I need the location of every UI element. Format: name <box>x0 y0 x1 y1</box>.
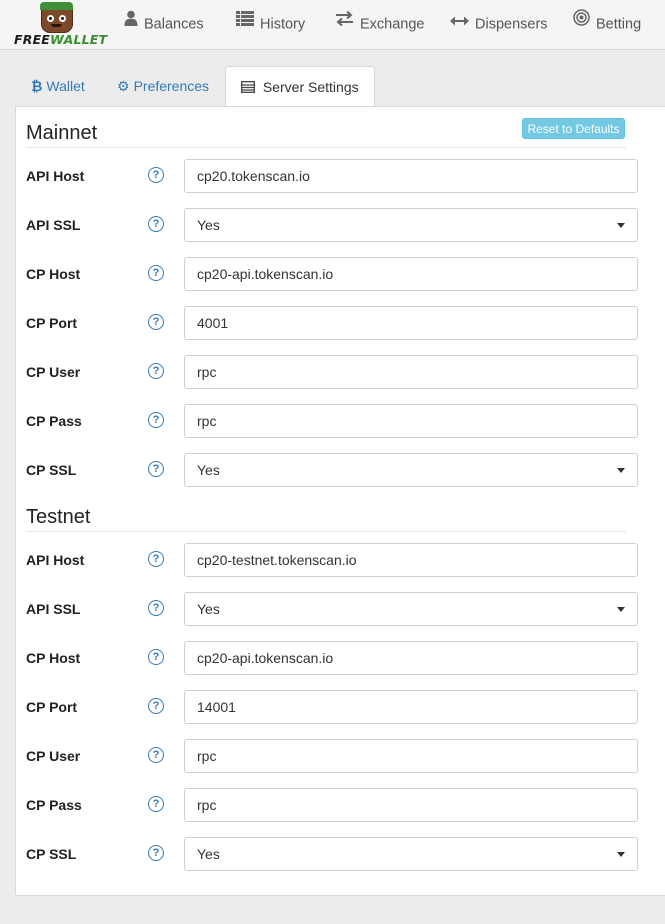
mainnet-api-ssl-select[interactable]: Yes <box>184 208 638 242</box>
user-icon <box>124 0 138 47</box>
nav-balances[interactable]: Balances <box>124 0 204 49</box>
nav-dispensers[interactable]: Dispensers <box>450 0 548 49</box>
brand-wordmark: FREEWALLET <box>14 32 108 47</box>
mainnet-api-host-row: API Host ? <box>16 159 665 193</box>
mainnet-cp-host-input[interactable] <box>184 257 638 291</box>
mainnet-cp-pass-row: CP Pass ? <box>16 404 665 438</box>
mainnet-api-ssl-row: API SSL ? Yes <box>16 208 665 242</box>
select-value: Yes <box>197 846 220 862</box>
help-icon[interactable]: ? <box>148 265 164 281</box>
field-label: CP Port <box>26 699 78 715</box>
help-icon[interactable]: ? <box>148 167 164 183</box>
select-value: Yes <box>197 217 220 233</box>
field-label: API Host <box>26 552 85 568</box>
gear-icon: ⚙ <box>117 78 130 94</box>
mainnet-cp-port-input[interactable] <box>184 306 638 340</box>
testnet-cp-user-input[interactable] <box>184 739 638 773</box>
select-value: Yes <box>197 601 220 617</box>
caret-down-icon <box>617 607 625 612</box>
testnet-cp-port-row: CP Port ? <box>16 690 665 724</box>
mainnet-cp-user-input[interactable] <box>184 355 638 389</box>
testnet-api-host-input[interactable] <box>184 543 638 577</box>
testnet-api-host-row: API Host ? <box>16 543 665 577</box>
help-icon[interactable]: ? <box>148 551 164 567</box>
mainnet-cp-port-row: CP Port ? <box>16 306 665 340</box>
caret-down-icon <box>617 852 625 857</box>
field-label: CP Host <box>26 266 81 282</box>
help-icon[interactable]: ? <box>148 461 164 477</box>
section-divider <box>26 531 626 532</box>
tab-server-settings[interactable]: Server Settings <box>225 66 375 108</box>
tab-preferences-label: Preferences <box>133 78 210 94</box>
mainnet-heading: Mainnet <box>26 122 98 144</box>
mainnet-cp-user-row: CP User ? <box>16 355 665 389</box>
field-label: CP Port <box>26 315 78 331</box>
target-icon <box>573 0 590 47</box>
help-icon[interactable]: ? <box>148 412 164 428</box>
nav-betting[interactable]: Betting <box>573 0 641 49</box>
nav-betting-label: Betting <box>596 16 642 33</box>
help-icon[interactable]: ? <box>148 314 164 330</box>
testnet-cp-ssl-row: CP SSL ? Yes <box>16 837 665 871</box>
nav-balances-label: Balances <box>144 16 204 33</box>
tab-server-settings-label: Server Settings <box>262 79 359 95</box>
testnet-cp-pass-row: CP Pass ? <box>16 788 665 822</box>
help-icon[interactable]: ? <box>148 698 164 714</box>
caret-down-icon <box>617 223 625 228</box>
left-right-arrow-icon <box>450 0 469 47</box>
testnet-cp-host-input[interactable] <box>184 641 638 675</box>
field-label: CP Pass <box>26 797 82 813</box>
reset-to-defaults-button[interactable]: Reset to Defaults <box>522 118 625 139</box>
nav-dispensers-label: Dispensers <box>475 16 548 33</box>
field-label: CP SSL <box>26 846 77 862</box>
list-icon <box>236 0 254 47</box>
field-label: CP User <box>26 748 81 764</box>
nav-history[interactable]: History <box>236 0 305 49</box>
testnet-cp-pass-input[interactable] <box>184 788 638 822</box>
field-label: CP User <box>26 364 81 380</box>
help-icon[interactable]: ? <box>148 796 164 812</box>
field-label: API Host <box>26 168 85 184</box>
nav-history-label: History <box>260 16 306 33</box>
testnet-api-ssl-row: API SSL ? Yes <box>16 592 665 626</box>
server-list-icon <box>241 80 259 96</box>
field-label: API SSL <box>26 217 81 233</box>
freewallet-logo[interactable]: FREEWALLET <box>14 2 108 47</box>
top-navbar: FREEWALLET Balances History Exchange Dis… <box>0 0 665 50</box>
mainnet-cp-ssl-row: CP SSL ? Yes <box>16 453 665 487</box>
testnet-heading: Testnet <box>26 506 91 528</box>
section-divider <box>26 147 626 148</box>
help-icon[interactable]: ? <box>148 649 164 665</box>
nav-exchange-label: Exchange <box>360 16 425 33</box>
nav-exchange[interactable]: Exchange <box>335 0 425 49</box>
caret-down-icon <box>617 468 625 473</box>
help-icon[interactable]: ? <box>148 600 164 616</box>
mainnet-cp-host-row: CP Host ? <box>16 257 665 291</box>
field-label: API SSL <box>26 601 81 617</box>
tab-wallet-label: Wallet <box>46 78 85 94</box>
tab-wallet[interactable]: ₿ Wallet <box>31 66 85 106</box>
testnet-cp-port-input[interactable] <box>184 690 638 724</box>
mainnet-api-host-input[interactable] <box>184 159 638 193</box>
testnet-cp-ssl-select[interactable]: Yes <box>184 837 638 871</box>
field-label: CP SSL <box>26 462 77 478</box>
help-icon[interactable]: ? <box>148 845 164 861</box>
select-value: Yes <box>197 462 220 478</box>
field-label: CP Pass <box>26 413 82 429</box>
help-icon[interactable]: ? <box>148 747 164 763</box>
tab-preferences[interactable]: ⚙ Preferences <box>117 66 209 106</box>
testnet-cp-host-row: CP Host ? <box>16 641 665 675</box>
server-settings-panel: Mainnet Reset to Defaults API Host ? API… <box>15 106 665 896</box>
mainnet-cp-ssl-select[interactable]: Yes <box>184 453 638 487</box>
bitcoin-icon: ₿ <box>31 78 43 94</box>
field-label: CP Host <box>26 650 81 666</box>
exchange-arrows-icon <box>335 0 354 47</box>
testnet-cp-user-row: CP User ? <box>16 739 665 773</box>
help-icon[interactable]: ? <box>148 363 164 379</box>
testnet-api-ssl-select[interactable]: Yes <box>184 592 638 626</box>
help-icon[interactable]: ? <box>148 216 164 232</box>
mainnet-cp-pass-input[interactable] <box>184 404 638 438</box>
mascot-icon <box>40 2 73 33</box>
